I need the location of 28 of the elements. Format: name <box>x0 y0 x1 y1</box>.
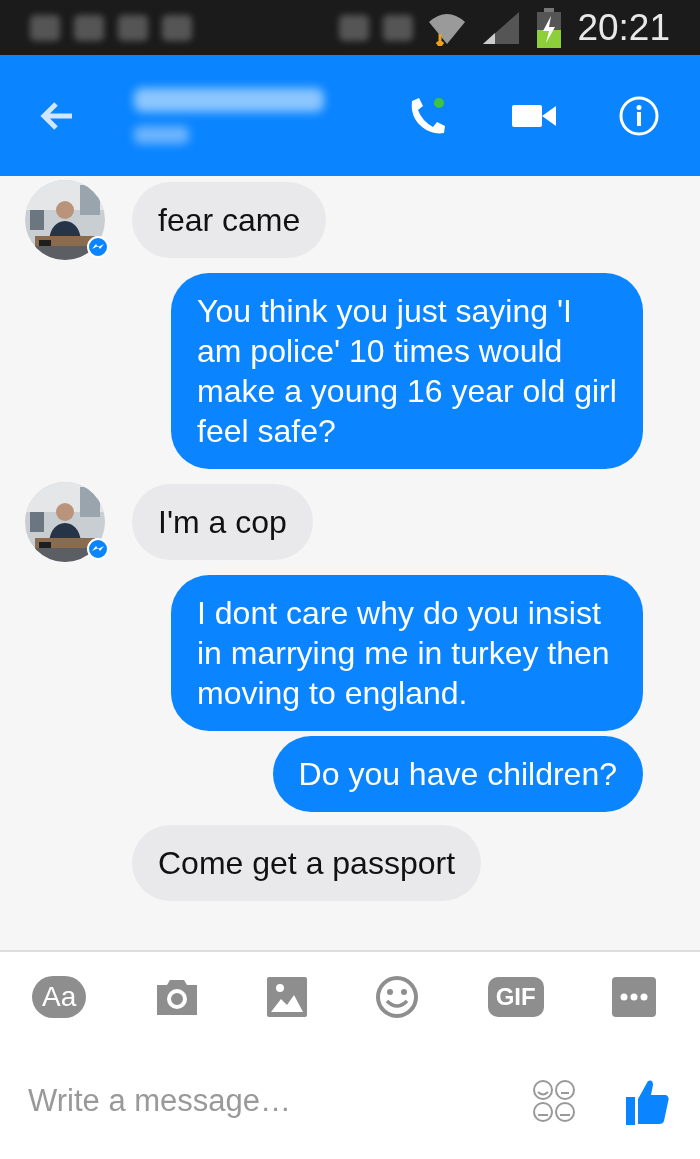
message-bubble: I'm a cop <box>132 484 313 560</box>
info-icon[interactable] <box>618 94 660 137</box>
image-icon[interactable] <box>266 977 307 1017</box>
text-format-button[interactable]: Aa <box>32 976 87 1018</box>
signal-icon <box>481 9 522 46</box>
blurred-notification-icon <box>30 14 60 41</box>
blurred-notification-icon <box>162 14 192 41</box>
messenger-badge-icon <box>87 236 109 258</box>
more-icon[interactable] <box>611 977 656 1017</box>
blurred-status-line <box>134 125 189 144</box>
message-input-field[interactable]: Write a message… <box>26 1081 482 1120</box>
blurred-status-icon <box>383 14 414 41</box>
battery-charging-icon <box>535 7 564 48</box>
blurred-status-icon <box>339 14 370 41</box>
gif-button[interactable]: GIF <box>487 977 544 1017</box>
back-arrow-icon[interactable] <box>40 100 74 131</box>
messenger-badge-icon <box>87 538 109 560</box>
clock-time: 20:21 <box>577 6 670 49</box>
blurred-notification-icon <box>118 14 148 41</box>
message-bubble: Do you have children? <box>272 736 643 812</box>
blurred-notification-icon <box>74 14 104 41</box>
message-bubble: Come get a passport <box>132 825 482 901</box>
message-bubble: fear came <box>132 182 327 258</box>
message-bubble: I dont care why do you insist in marrying me in turkey then moving to england. <box>171 575 643 731</box>
smiley-icon[interactable] <box>375 975 420 1019</box>
camera-icon[interactable] <box>154 977 199 1017</box>
message-bubble: You think you just saying 'I am police' 10 times would make a young 16 year old girl feel safe? <box>171 273 643 469</box>
emoji-grid-icon[interactable] <box>532 1078 576 1123</box>
